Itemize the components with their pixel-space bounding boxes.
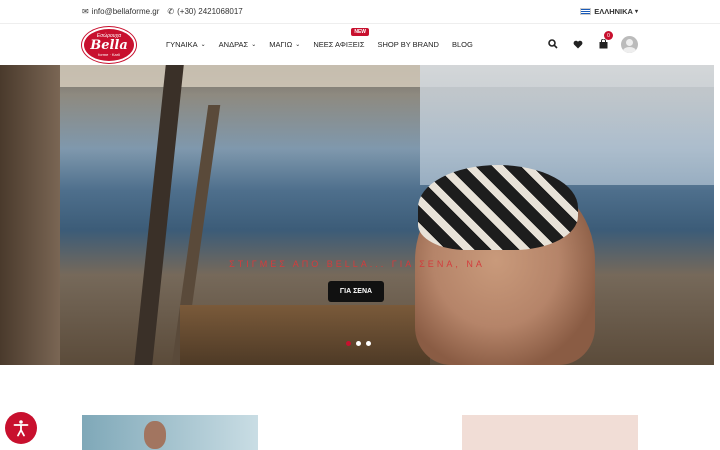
user-avatar-icon[interactable] [621,35,638,53]
header-icons: 0 [538,31,638,54]
email-contact[interactable]: ✉ info@bellaforme.gr [82,7,159,16]
phone-icon: ✆ [167,7,175,16]
email-link[interactable]: info@bellaforme.gr [92,7,160,16]
heart-icon[interactable] [568,34,588,54]
logo-brand-text: Bella [90,37,128,53]
slider-dot-3[interactable] [366,341,371,346]
greek-flag-icon [580,8,592,15]
top-bar: ✉ info@bellaforme.gr ✆ (+30) 2421068017 … [0,0,720,24]
slider-dot-2[interactable] [356,341,361,346]
nav-item-blog[interactable]: BLOG [452,40,473,49]
main-header: Εσώρουχα Bella forme · Karli ΓΥΝΑΙΚΑ ⌄ Α… [0,24,720,65]
language-selector[interactable]: ΕΛΛΗΝΙΚΑ ▾ [580,7,638,16]
envelope-icon: ✉ [82,7,89,16]
slider-dot-1[interactable] [346,341,351,346]
hero-title: ΣΤΙΓΜΕΣ ΑΠΟ BELLA... ΓΙΑ ΣΕΝΑ, ΝΑ [229,259,485,269]
nav-item-label: ΝΕΕΣ ΑΦΙΞΕΙΣ [313,40,365,49]
accessibility-button[interactable] [5,412,37,444]
nav-item-shop-by-brand[interactable]: SHOP BY BRAND [378,40,439,49]
category-tile-men[interactable] [82,415,258,450]
nav-item-label: ΓΥΝΑΙΚΑ [166,40,198,49]
nav-item-label: ΜΑΓΙΩ [269,40,293,49]
language-label: ΕΛΛΗΝΙΚΑ [594,7,633,16]
search-icon[interactable] [543,34,563,54]
nav-item-swimwear[interactable]: ΜΑΓΙΩ ⌄ [269,40,300,49]
nav-item-women[interactable]: ΓΥΝΑΙΚΑ ⌄ [166,40,206,49]
bella-logo[interactable]: Εσώρουχα Bella forme · Karli [82,26,136,63]
nav-item-men[interactable]: ΑΝΔΡΑΣ ⌄ [219,40,257,49]
nav-item-label: BLOG [451,40,473,49]
new-badge: NEW [351,28,369,36]
phone-contact[interactable]: ✆ (+30) 2421068017 [167,7,242,16]
hero-cta-button[interactable]: ΓΙΑ ΣΕΝΑ [328,281,384,302]
chevron-down-icon: ⌄ [295,42,301,48]
phone-number[interactable]: (+30) 2421068017 [177,7,243,16]
hero-slider: ΣΤΙΓΜΕΣ ΑΠΟ BELLA... ΓΙΑ ΣΕΝΑ, ΝΑ ΓΙΑ ΣΕ… [0,65,714,365]
slider-dots [346,341,376,346]
nav-item-new-arrivals[interactable]: NEW ΝΕΕΣ ΑΦΙΞΕΙΣ [313,28,369,49]
caret-down-icon: ▾ [634,9,638,15]
nav-item-label: ΑΝΔΡΑΣ [218,40,249,49]
shopping-bag-icon[interactable]: 0 [593,31,613,54]
category-tile-right[interactable] [462,415,638,450]
logo-sub-text: forme · Karli [98,51,120,57]
chevron-down-icon: ⌄ [251,42,257,48]
cart-count-badge: 0 [604,31,613,40]
nav-item-label: SHOP BY BRAND [377,40,439,49]
main-nav: ΓΥΝΑΙΚΑ ⌄ ΑΝΔΡΑΣ ⌄ ΜΑΓΙΩ ⌄ NEW ΝΕΕΣ ΑΦΙΞ… [166,28,486,49]
accessibility-icon [13,420,29,437]
chevron-down-icon: ⌄ [200,42,206,48]
